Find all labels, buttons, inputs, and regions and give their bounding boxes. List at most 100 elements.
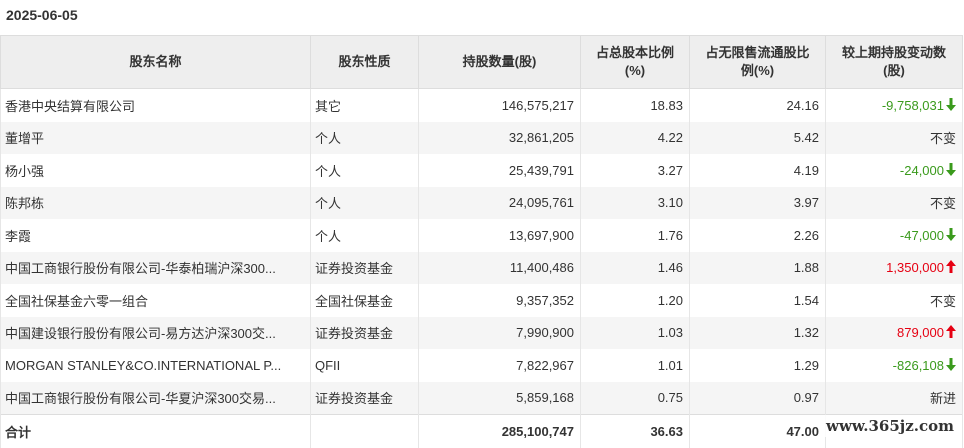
holder-pct-float: 0.97 [689, 381, 826, 415]
holder-shares: 5,859,168 [418, 381, 581, 415]
col-header-pct-total-line2: (%) [624, 63, 646, 78]
table-row: 香港中央结算有限公司 其它 146,575,217 18.83 24.16 -9,758,… [0, 88, 963, 122]
holder-pct-total: 1.46 [580, 251, 690, 284]
table-row: 中国工商银行股份有限公司-华夏沪深300交易... 证券投资基金 5,859,168… [0, 381, 963, 415]
report-date: 2025-06-05 [6, 7, 78, 23]
holder-change: -47,000 [899, 227, 944, 243]
holder-pct-total: 1.03 [580, 316, 690, 349]
holder-change-cell: 1,350,000 [825, 251, 963, 284]
holder-shares: 13,697,900 [418, 219, 581, 252]
holder-pct-float: 1.29 [689, 349, 826, 382]
holder-change-cell: 不变 [825, 284, 963, 317]
holder-name[interactable]: 中国工商银行股份有限公司-华泰柏瑞沪深300... [0, 251, 311, 284]
holder-change: -9,758,031 [881, 97, 944, 113]
holder-type: 全国社保基金 [310, 284, 419, 317]
table-header-row: 股东名称 股东性质 持股数量(股) 占总股本比例 (%) 占无限售流通股比 例(%)… [0, 35, 963, 89]
red-up-arrow-icon [946, 260, 956, 274]
shareholders-table: 股东名称 股东性质 持股数量(股) 占总股本比例 (%) 占无限售流通股比 例(%)… [0, 35, 963, 448]
holder-change-cell: -47,000 [825, 219, 963, 252]
holder-change-cell: -9,758,031 [825, 88, 963, 122]
col-header-pct-float-line1: 占无限售流通股比 [705, 45, 810, 60]
holder-pct-float: 1.88 [689, 251, 826, 284]
holder-type: 个人 [310, 121, 419, 154]
holder-type: 证券投资基金 [310, 316, 419, 349]
holder-pct-total: 1.01 [580, 349, 690, 382]
holder-pct-total: 3.10 [580, 186, 690, 219]
holder-change-cell: 不变 [825, 186, 963, 219]
col-header-change-line1: 较上期持股变动数 [841, 45, 946, 60]
holder-pct-float: 5.42 [689, 121, 826, 154]
holder-pct-float: 3.97 [689, 186, 826, 219]
table-row: 李霞 个人 13,697,900 1.76 2.26 -47,000 [0, 219, 963, 252]
holder-pct-total: 18.83 [580, 88, 690, 122]
holder-name[interactable]: 李霞 [0, 219, 311, 252]
holder-type: 证券投资基金 [310, 251, 419, 284]
holder-type: QFII [310, 349, 419, 382]
holder-change-cell: 879,000 [825, 316, 963, 349]
table-row: 全国社保基金六零一组合 全国社保基金 9,357,352 1.20 1.54 不变 [0, 284, 963, 317]
holder-change: -24,000 [899, 162, 944, 178]
table-row: MORGAN STANLEY&CO.INTERNATIONAL P... QFII… [0, 349, 963, 382]
holder-pct-float: 2.26 [689, 219, 826, 252]
holder-change-cell: 新进 [825, 381, 963, 415]
holder-change: 新进 [929, 391, 956, 407]
holder-change: 1,350,000 [886, 260, 944, 276]
holder-type: 个人 [310, 186, 419, 219]
holder-name[interactable]: 杨小强 [0, 154, 311, 187]
table-row: 中国工商银行股份有限公司-华泰柏瑞沪深300... 证券投资基金 11,400,48… [0, 251, 963, 284]
holder-change-cell: 不变 [825, 121, 963, 154]
green-down-arrow-icon [946, 97, 956, 111]
holder-pct-float: 1.54 [689, 284, 826, 317]
holder-name[interactable]: 陈邦栋 [0, 186, 311, 219]
col-header-change-line2: (股) [883, 63, 905, 78]
holder-shares: 24,095,761 [418, 186, 581, 219]
holder-name[interactable]: 董增平 [0, 121, 311, 154]
holder-pct-total: 4.22 [580, 121, 690, 154]
table-row: 杨小强 个人 25,439,791 3.27 4.19 -24,000 [0, 154, 963, 187]
table-row: 中国建设银行股份有限公司-易方达沪深300交... 证券投资基金 7,990,900… [0, 316, 963, 349]
holder-change: 879,000 [897, 325, 944, 341]
holder-shares: 9,357,352 [418, 284, 581, 317]
holder-pct-total: 3.27 [580, 154, 690, 187]
holder-shares: 7,990,900 [418, 316, 581, 349]
holder-change: -826,108 [892, 357, 944, 373]
holder-shares: 7,822,967 [418, 349, 581, 382]
col-header-change: 较上期持股变动数 (股) [825, 35, 963, 89]
holder-pct-float: 1.32 [689, 316, 826, 349]
green-down-arrow-icon [946, 227, 956, 241]
col-header-shares: 持股数量(股) [418, 35, 581, 89]
table-row: 陈邦栋 个人 24,095,761 3.10 3.97 不变 [0, 186, 963, 219]
holder-type: 个人 [310, 219, 419, 252]
holder-name[interactable]: MORGAN STANLEY&CO.INTERNATIONAL P... [0, 349, 311, 382]
col-header-pct-total-line1: 占总股本比例 [595, 45, 674, 60]
holder-change: 不变 [929, 293, 956, 309]
holder-change: 不变 [929, 131, 956, 147]
col-header-type: 股东性质 [310, 35, 419, 89]
holder-pct-total: 1.76 [580, 219, 690, 252]
holder-pct-float: 4.19 [689, 154, 826, 187]
holder-change-cell: -826,108 [825, 349, 963, 382]
holder-pct-total: 1.20 [580, 284, 690, 317]
green-down-arrow-icon [946, 357, 956, 371]
holder-name[interactable]: 中国建设银行股份有限公司-易方达沪深300交... [0, 316, 311, 349]
col-header-pct-float-line2: 例(%) [740, 63, 775, 78]
holder-type: 证券投资基金 [310, 381, 419, 415]
col-header-pct-float: 占无限售流通股比 例(%) [689, 35, 826, 89]
col-header-name: 股东名称 [0, 35, 311, 89]
holder-name[interactable]: 中国工商银行股份有限公司-华夏沪深300交易... [0, 381, 311, 415]
watermark: www.365jz.com [822, 415, 958, 437]
holder-shares: 25,439,791 [418, 154, 581, 187]
holder-name[interactable]: 全国社保基金六零一组合 [0, 284, 311, 317]
holder-type: 个人 [310, 154, 419, 187]
col-header-pct-total: 占总股本比例 (%) [580, 35, 690, 89]
holder-shares: 146,575,217 [418, 88, 581, 122]
holder-name[interactable]: 香港中央结算有限公司 [0, 88, 311, 122]
holder-shares: 32,861,205 [418, 121, 581, 154]
holder-pct-float: 24.16 [689, 88, 826, 122]
holder-shares: 11,400,486 [418, 251, 581, 284]
red-up-arrow-icon [946, 325, 956, 339]
holder-change: 不变 [929, 196, 956, 212]
holder-type: 其它 [310, 88, 419, 122]
holder-change-cell: -24,000 [825, 154, 963, 187]
green-down-arrow-icon [946, 162, 956, 176]
